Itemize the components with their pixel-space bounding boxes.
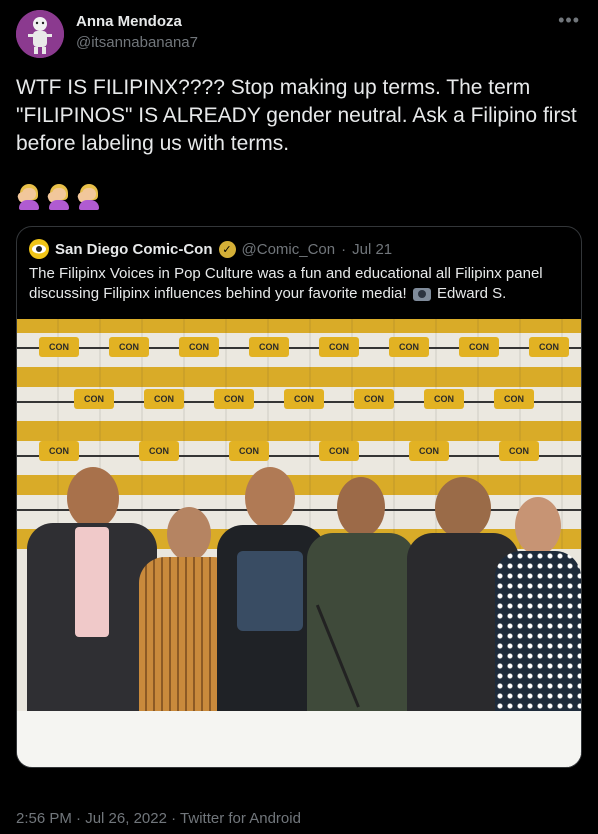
camera-icon [412,287,431,301]
more-options-icon[interactable]: ••• [558,10,580,31]
photo-credit: Edward S. [437,285,507,302]
comic-con-logo: CON [459,337,499,357]
comic-con-logo: CON [229,441,269,461]
comic-con-logo: CON [424,389,464,409]
comic-con-logo: CON [284,389,324,409]
tweet-time[interactable]: 2:56 PM [16,810,72,827]
quoted-tweet[interactable]: San Diego Comic-Con ✓ @Comic_Con · Jul 2… [16,226,582,768]
meta-separator: · [76,810,82,827]
comic-con-logo: CON [139,441,179,461]
meta-separator: · [171,810,177,827]
comic-con-logo: CON [74,389,114,409]
tweet-metadata: 2:56 PM · Jul 26, 2022 · Twitter for And… [16,810,301,827]
author-handle[interactable]: @itsannabanana7 [76,34,198,51]
comic-con-logo: CON [109,337,149,357]
comic-con-logo: CON [389,337,429,357]
comic-con-logo: CON [499,441,539,461]
comic-con-logo: CON [39,337,79,357]
tweet-text: WTF IS FILIPINX???? Stop making up terms… [16,76,577,155]
tweet-date[interactable]: Jul 26, 2022 [85,810,167,827]
comic-con-logo: CON [319,337,359,357]
emoji-row [16,182,102,212]
comic-con-logo: CON [319,441,359,461]
quoted-author-avatar[interactable] [29,239,49,259]
comic-con-logo: CON [354,389,394,409]
woman-facepalming-icon [46,182,72,210]
comic-con-logo: CON [409,441,449,461]
quoted-tweet-header: San Diego Comic-Con ✓ @Comic_Con · Jul 2… [29,239,392,259]
quoted-author-name[interactable]: San Diego Comic-Con [55,241,213,258]
verified-badge-icon: ✓ [218,240,236,258]
woman-facepalming-icon [76,182,102,210]
author-avatar[interactable] [16,10,64,58]
comic-con-logo: CON [529,337,569,357]
quoted-tweet-date[interactable]: Jul 21 [352,241,392,258]
panel-table [17,711,581,767]
woman-facepalming-icon [16,182,42,210]
author-name[interactable]: Anna Mendoza [76,13,182,30]
quoted-author-handle[interactable]: @Comic_Con [242,241,336,258]
meta-separator: · [341,240,347,258]
quoted-tweet-text: The Filipinx Voices in Pop Culture was a… [29,264,569,304]
quoted-tweet-photo[interactable]: CON CON CON CON CON CON CON CON CON CON … [17,319,581,767]
cartoon-avatar-icon [16,10,64,58]
comic-con-logo: CON [249,337,289,357]
comic-con-logo: CON [144,389,184,409]
comic-con-logo: CON [179,337,219,357]
tweet-source[interactable]: Twitter for Android [180,810,301,827]
comic-con-logo: CON [39,441,79,461]
comic-con-logo: CON [494,389,534,409]
comic-con-logo: CON [214,389,254,409]
comic-con-eye-logo-icon [32,244,46,254]
